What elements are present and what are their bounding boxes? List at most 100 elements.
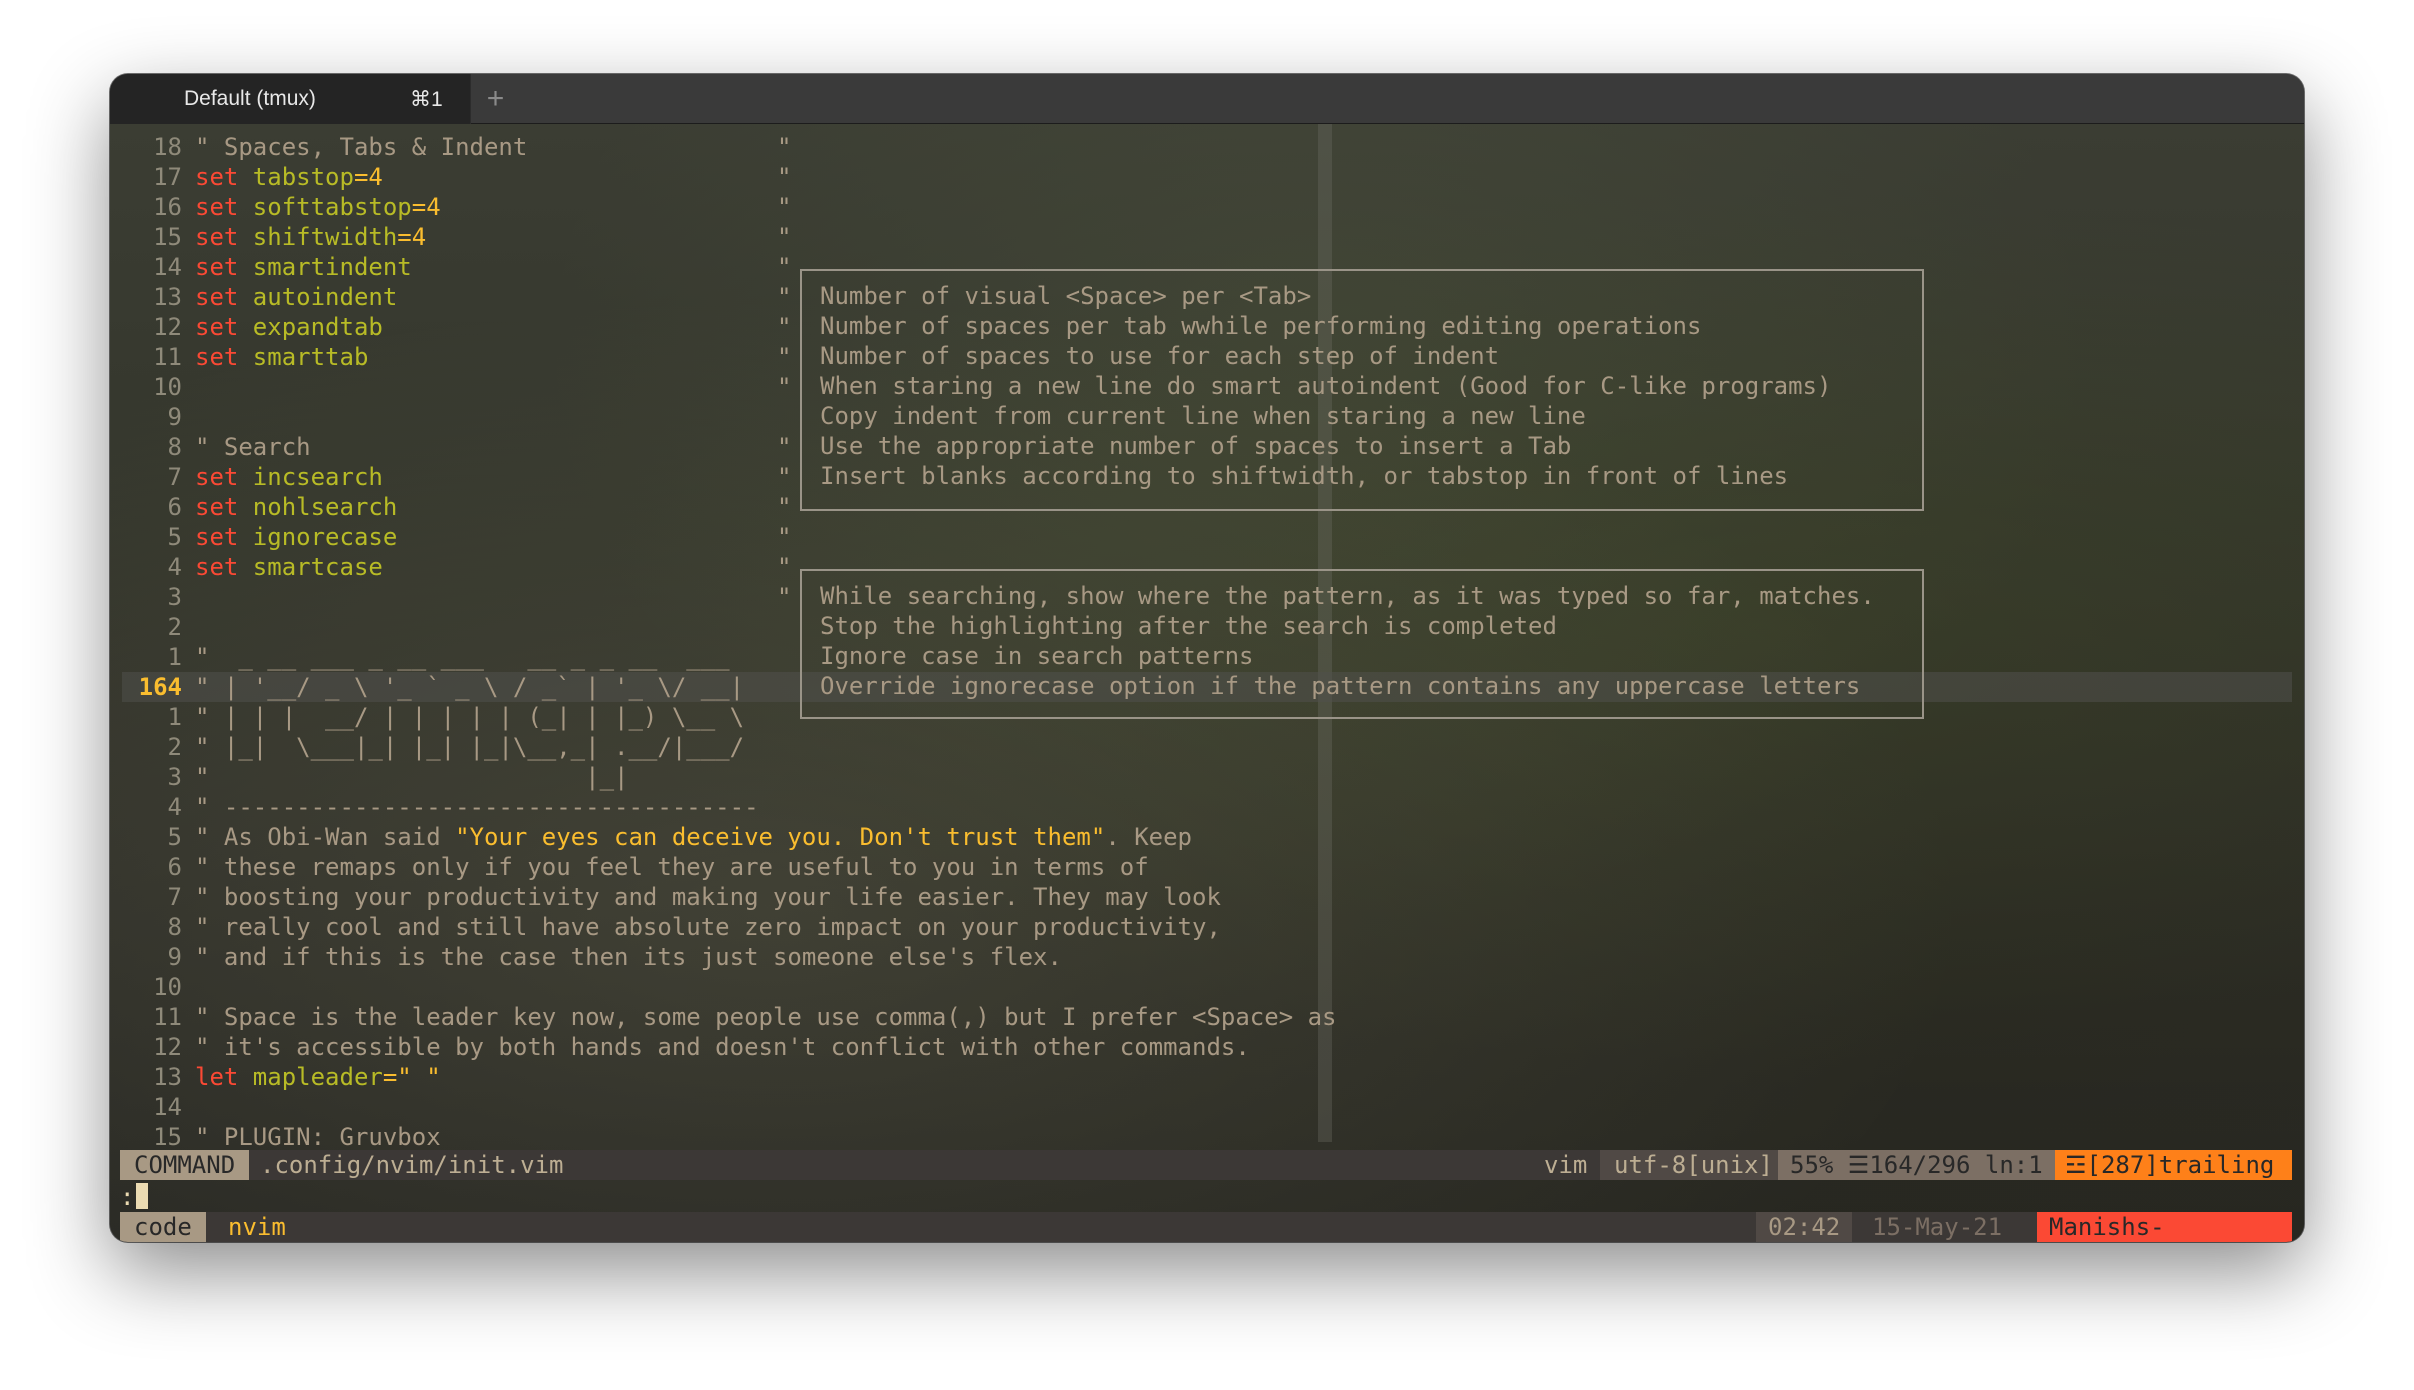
option-name: shiftwidth [252, 223, 398, 251]
tmux-window[interactable]: nvim [218, 1212, 296, 1242]
comment-marker: " [777, 463, 792, 491]
code-line[interactable]: 5 " As Obi-Wan said "Your eyes can deceiv… [122, 822, 2292, 852]
code-line[interactable]: 11 " Space is the leader key now, some pe… [122, 1002, 2292, 1032]
keyword: set [195, 193, 253, 221]
box-comment-line: Stop the highlighting after the search i… [820, 612, 1557, 640]
keyword: set [195, 163, 253, 191]
comment: " Space is the leader key now, some peop… [195, 1003, 1337, 1031]
terminal-pane[interactable]: 18 " Spaces, Tabs & Indent " 17 set tabstop=… [110, 124, 2304, 1242]
code-line[interactable]: 6 " these remaps only if you feel they ar… [122, 852, 2292, 882]
comment: " really cool and still have absolute ze… [195, 913, 1221, 941]
comment-marker: " [777, 433, 792, 461]
line-number: 1 [167, 643, 182, 671]
option-name: tabstop [252, 163, 354, 191]
line-number: 9 [167, 943, 182, 971]
terminal-window: Default (tmux) ⌘1 + 18 " Spaces, Tabs & I… [110, 74, 2304, 1242]
option-name: softtabstop [252, 193, 412, 221]
code-line[interactable]: 13 let mapleader=" " [122, 1062, 2292, 1092]
line-number: 5 [167, 823, 182, 851]
tmux-date: 15-May-21 [1858, 1212, 2017, 1242]
box-comment-line: Ignore case in search patterns [820, 642, 1254, 670]
line-number: 17 [153, 163, 182, 191]
code-line[interactable]: 17 set tabstop=4 " [122, 162, 2292, 192]
line-number: 164 [138, 673, 182, 701]
new-tab-button[interactable]: + [470, 74, 520, 124]
line-number: 4 [167, 793, 182, 821]
line-number: 1 [167, 703, 182, 731]
cursor-position: 55% ☰164/296 ln:1 [1778, 1150, 2055, 1180]
keyword: set [195, 313, 253, 341]
box-comment-line: Number of spaces to use for each step of… [820, 342, 1500, 370]
option-name: incsearch [252, 463, 383, 491]
comment-marker: " [777, 133, 792, 161]
line-number: 16 [153, 193, 182, 221]
ascii-art: " ------------------------------------- [195, 793, 759, 821]
line-number: 8 [167, 913, 182, 941]
file-path: .config/nvim/init.vim [260, 1151, 564, 1179]
comment-marker: " [777, 373, 792, 401]
box-comment-line: Number of spaces per tab wwhile performi… [820, 312, 1702, 340]
comment-marker: " [777, 283, 792, 311]
tmux-hostname: Manishs-MacBook-Pro [2037, 1212, 2292, 1242]
option-value: =4 [397, 223, 427, 251]
indent-comment-box: Number of visual <Space> per <Tab> Number… [800, 269, 1924, 511]
line-number: 11 [153, 343, 182, 371]
code-line[interactable]: 15 " PLUGIN: Gruvbox [122, 1122, 2292, 1152]
comment-marker: " [777, 253, 792, 281]
code-line[interactable]: 2 " |_| \___|_| |_| |_|\__,_| .__/|___/ [122, 732, 2292, 762]
code-line[interactable]: 15 set shiftwidth=4 " [122, 222, 2292, 252]
option-name: mapleader [252, 1063, 383, 1091]
file-encoding: utf-8[unix] [1600, 1150, 1787, 1180]
tmux-session[interactable]: code [120, 1212, 206, 1242]
code-line[interactable]: 10 [122, 972, 2292, 1002]
tmux-time: 02:42 [1756, 1212, 1853, 1242]
comment: " and if this is the case then its just … [195, 943, 1062, 971]
option-name: smartcase [252, 553, 383, 581]
code-line[interactable]: 5 set ignorecase " [122, 522, 2292, 552]
code-line[interactable]: 12 " it's accessible by both hands and do… [122, 1032, 2292, 1062]
comment-marker: " [777, 583, 792, 611]
comment: " Search [195, 433, 311, 461]
line-number: 6 [167, 853, 182, 881]
line-number: 2 [167, 733, 182, 761]
line-number: 2 [167, 613, 182, 641]
line-number: 15 [153, 223, 182, 251]
mode-indicator: COMMAND [120, 1150, 250, 1180]
code-line[interactable]: 16 set softtabstop=4 " [122, 192, 2292, 222]
option-value: =4 [353, 163, 383, 191]
text-cursor [136, 1183, 149, 1209]
tab-shortcut: ⌘1 [410, 88, 443, 111]
command-line[interactable]: : [120, 1182, 149, 1212]
line-number: 8 [167, 433, 182, 461]
keyword: set [195, 343, 253, 371]
box-comment-line: When staring a new line do smart autoind… [820, 372, 1832, 400]
code-line[interactable]: 18 " Spaces, Tabs & Indent " [122, 132, 2292, 162]
keyword: set [195, 493, 253, 521]
option-name: expandtab [252, 313, 383, 341]
tab-default-tmux[interactable]: Default (tmux) ⌘1 [110, 74, 470, 124]
code-line[interactable]: 14 [122, 1092, 2292, 1122]
option-name: smarttab [252, 343, 369, 371]
line-number: 3 [167, 583, 182, 611]
line-number: 9 [167, 403, 182, 431]
comment: " it's accessible by both hands and does… [195, 1033, 1250, 1061]
option-name: ignorecase [252, 523, 398, 551]
comment: " PLUGIN: Gruvbox [195, 1123, 441, 1151]
filetype: vim [1544, 1151, 1588, 1179]
line-number: 11 [153, 1003, 182, 1031]
line-number: 6 [167, 493, 182, 521]
line-number: 15 [153, 1123, 182, 1151]
code-line[interactable]: 3 " |_| [122, 762, 2292, 792]
option-name: smartindent [252, 253, 412, 281]
code-line[interactable]: 8 " really cool and still have absolute z… [122, 912, 2292, 942]
code-line[interactable]: 4 " ------------------------------------- [122, 792, 2292, 822]
keyword: set [195, 523, 253, 551]
keyword: set [195, 553, 253, 581]
code-line[interactable]: 7 " boosting your productivity and making… [122, 882, 2292, 912]
line-number: 13 [153, 283, 182, 311]
keyword: set [195, 463, 253, 491]
keyword: set [195, 253, 253, 281]
keyword: let [195, 1063, 253, 1091]
code-line[interactable]: 9 " and if this is the case then its just… [122, 942, 2292, 972]
comment: " boosting your productivity and making … [195, 883, 1221, 911]
